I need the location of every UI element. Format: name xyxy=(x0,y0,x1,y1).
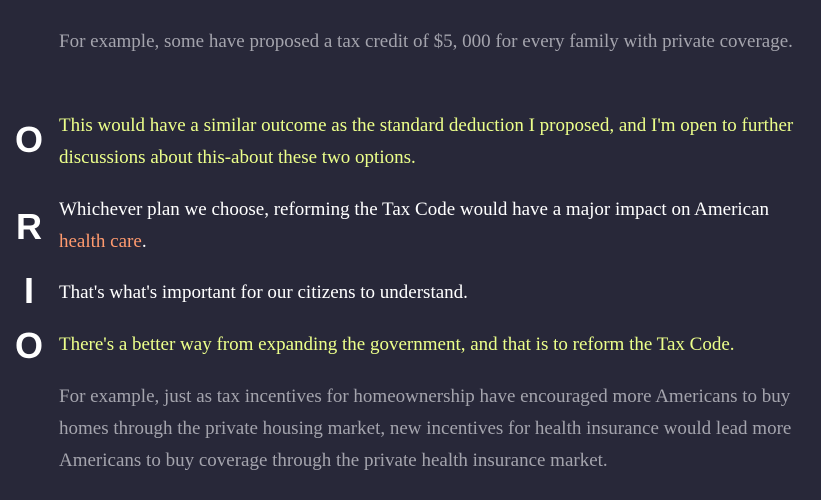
highlighted-term: health care xyxy=(59,231,142,252)
normal-paragraph: Whichever plan we choose, reforming the … xyxy=(59,194,799,258)
paragraph-text: . xyxy=(141,231,147,252)
context-paragraph: For example, just as tax incentives for … xyxy=(59,386,792,471)
segment-label-r: R xyxy=(16,206,42,247)
segment-label-o: O xyxy=(14,119,43,160)
paragraph-text: Whichever plan we choose, reforming the … xyxy=(59,199,770,220)
segment-label-o: O xyxy=(14,325,43,366)
accent-paragraph: There's a better way from expanding the … xyxy=(59,334,735,355)
accent-paragraph: This would have a similar outcome as the… xyxy=(59,115,794,168)
segment-label-i: I xyxy=(23,270,34,311)
context-paragraph: For example, some have proposed a tax cr… xyxy=(59,31,793,52)
normal-paragraph: That's what's important for our citizens… xyxy=(59,282,468,303)
transcript-document: For example, some have proposed a tax cr… xyxy=(0,0,821,500)
